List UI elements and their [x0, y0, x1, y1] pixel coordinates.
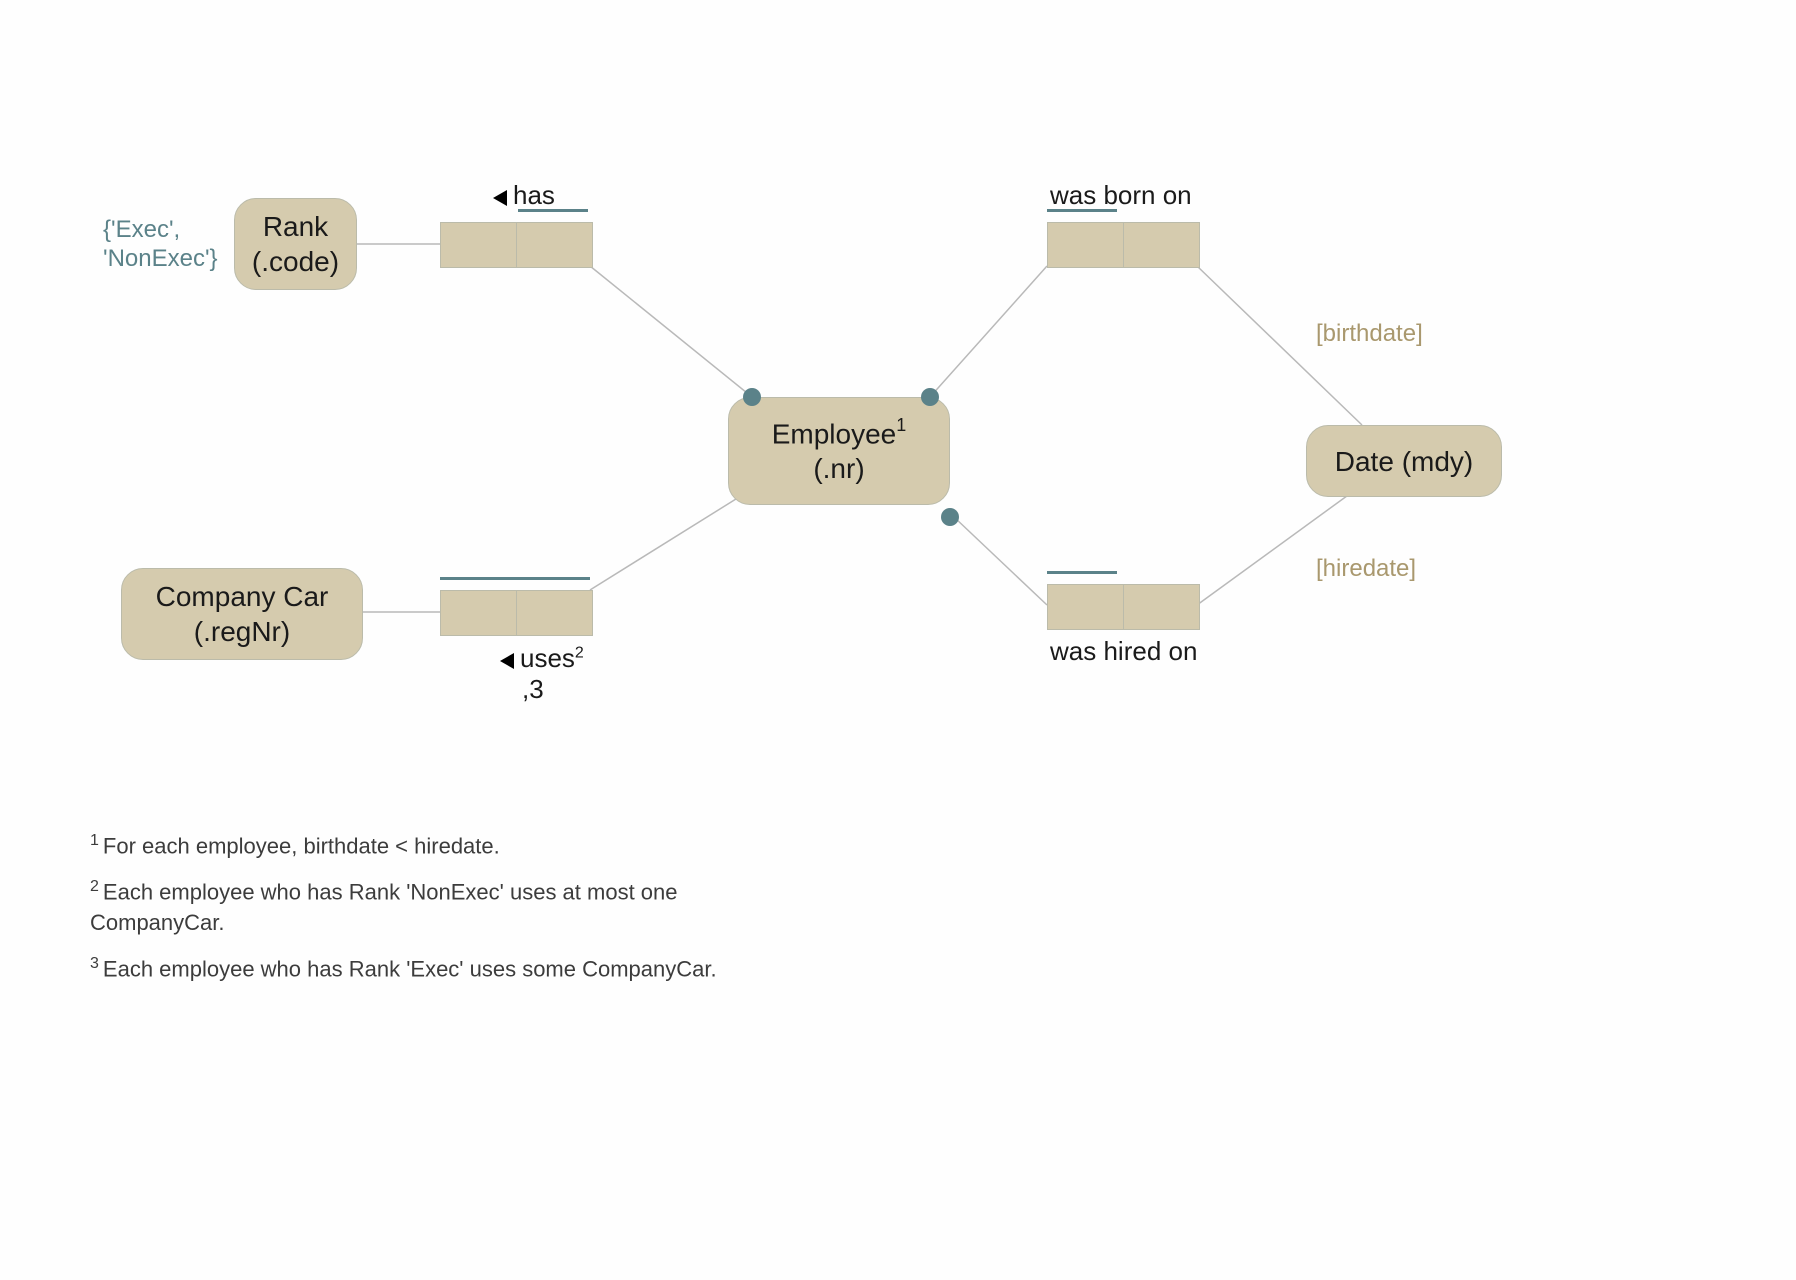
role-name-birthdate: [birthdate] [1316, 320, 1423, 348]
entity-company-car[interactable]: Company Car (.regNr) [121, 568, 363, 660]
arrow-left-icon [493, 190, 507, 206]
label-has: has [493, 180, 555, 211]
fact-born[interactable] [1047, 222, 1200, 268]
orm-diagram: Rank (.code) Company Car (.regNr) Employ… [0, 0, 1796, 1280]
mandatory-dot-hired [941, 508, 959, 526]
entity-company-car-ref: (.regNr) [194, 614, 290, 649]
uniqueness-uses [440, 577, 590, 580]
role-uses-car [440, 590, 517, 636]
label-born: was born on [1050, 180, 1192, 211]
role-name-hiredate: [hiredate] [1316, 555, 1416, 583]
footnotes: 1For each employee, birthdate < hiredate… [90, 830, 730, 999]
entity-rank-name: Rank [263, 209, 328, 244]
role-has-employee [517, 222, 593, 268]
role-hired-date [1124, 584, 1200, 630]
label-uses: uses2 ,3 [500, 643, 584, 705]
footnote-3: 3Each employee who has Rank 'Exec' uses … [90, 953, 730, 985]
role-born-date [1124, 222, 1200, 268]
fact-has[interactable] [440, 222, 593, 268]
value-constraint-rank: {'Exec', 'NonExec'} [103, 216, 218, 274]
entity-employee-ref: (.nr) [813, 451, 864, 486]
uniqueness-hired [1047, 571, 1117, 574]
entity-date[interactable]: Date (mdy) [1306, 425, 1502, 497]
footnote-1: 1For each employee, birthdate < hiredate… [90, 830, 730, 862]
entity-date-name: Date (mdy) [1335, 444, 1473, 479]
role-uses-employee [517, 590, 593, 636]
role-hired-employee [1047, 584, 1124, 630]
footnote-2: 2Each employee who has Rank 'NonExec' us… [90, 876, 730, 939]
label-hired: was hired on [1050, 636, 1197, 667]
entity-employee[interactable]: Employee1 (.nr) [728, 397, 950, 505]
fact-uses[interactable] [440, 590, 593, 636]
mandatory-dot-has [743, 388, 761, 406]
fact-hired[interactable] [1047, 584, 1200, 630]
role-born-employee [1047, 222, 1124, 268]
entity-company-car-name: Company Car [156, 579, 329, 614]
entity-employee-name: Employee1 [772, 416, 907, 451]
entity-rank[interactable]: Rank (.code) [234, 198, 357, 290]
role-has-rank [440, 222, 517, 268]
arrow-left-icon [500, 653, 514, 669]
entity-rank-ref: (.code) [252, 244, 339, 279]
mandatory-dot-born [921, 388, 939, 406]
